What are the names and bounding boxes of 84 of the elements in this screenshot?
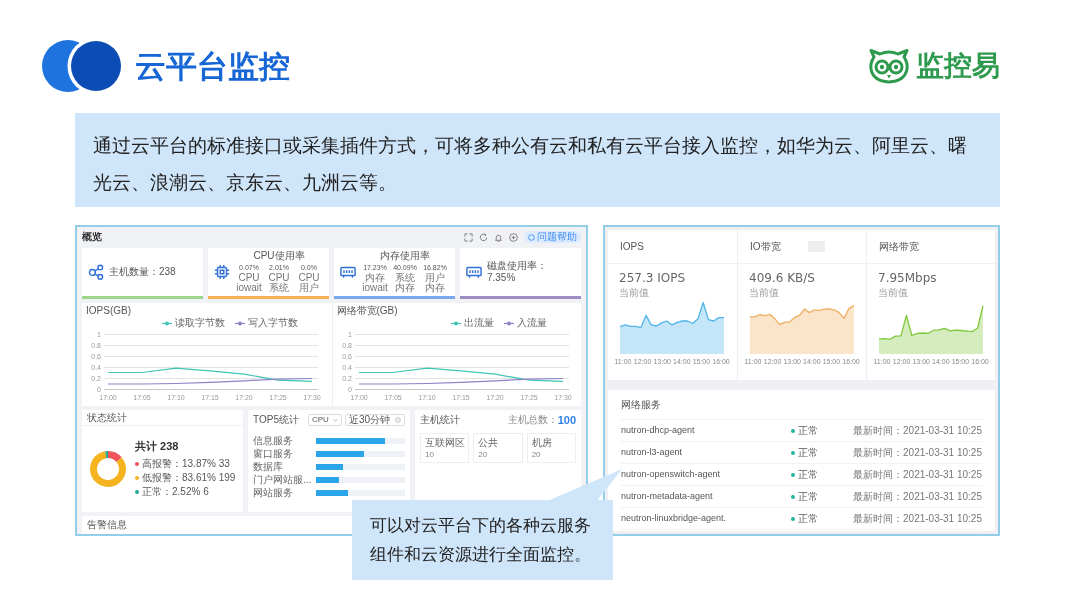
status-text: 正常 <box>798 425 818 436</box>
legend-label: 正常 <box>142 487 162 497</box>
brand-name: 监控易 <box>916 52 1000 80</box>
status-text: 正常 <box>798 469 818 480</box>
stat-label: 内存iowait <box>361 272 389 294</box>
nodes-icon <box>88 264 104 280</box>
stat-label: 用户内存 <box>424 272 446 294</box>
stat-label: CPU用户 <box>297 272 321 294</box>
metric-caption: 当前值 <box>749 288 780 298</box>
zone-count: 20 <box>531 451 542 459</box>
metric-title: IO带宽 <box>750 241 781 252</box>
legend-label: 高报警 <box>142 459 172 469</box>
service-name: nutron-l3-agent <box>621 448 684 457</box>
metric-title: 网络带宽 <box>879 241 919 252</box>
zone-name: 公共 <box>478 438 500 448</box>
metric-select[interactable]: CPU <box>308 414 342 426</box>
chart-title: IOPS(GB) <box>86 306 132 317</box>
page-title: 云平台监控 <box>135 50 290 82</box>
bell-icon[interactable] <box>494 232 503 242</box>
card-title: TOP5统计 <box>253 415 299 425</box>
memory-module-icon <box>340 264 356 280</box>
metric-caption: 当前值 <box>878 288 909 298</box>
metric-caption: 当前值 <box>619 288 650 298</box>
ring-icon <box>528 233 535 241</box>
chip-icon <box>214 264 230 280</box>
chart-title: 网络带宽(GB) <box>336 306 399 317</box>
total-label: 主机总数： <box>507 415 558 425</box>
legend-label: 读取字节数 <box>174 318 225 328</box>
zone-count: 10 <box>425 451 435 459</box>
stat-label: 系统内存 <box>394 272 416 294</box>
card-title: 状态统计 <box>87 412 127 423</box>
overlapping-circles-logo-icon <box>42 39 122 93</box>
metric-value: 7.95Mbps <box>878 272 938 284</box>
description-banner: 通过云平台的标准接口或采集插件方式，可将多种公有云和私有云平台接入监控，如华为云、阿里云、曙光云、浪潮云、京东云、九洲云等。 <box>75 113 1000 207</box>
service-name: nutron-openswitch-agent <box>621 470 722 479</box>
status-text: 正常 <box>798 447 818 458</box>
zone-count: 20 <box>478 451 489 459</box>
memory-module-icon <box>466 264 482 280</box>
plus-circle-icon[interactable] <box>509 232 518 242</box>
legend-value: ：83.61% 199 <box>172 473 236 483</box>
bar-label: 数据库 <box>253 461 284 472</box>
bar-label: 信息服务 <box>253 435 294 446</box>
stat-title: CPU使用率 <box>253 250 305 261</box>
status-text: 正常 <box>798 513 818 524</box>
legend-value: ：2.52% 6 <box>162 487 209 497</box>
legend-value: ：13.87% 33 <box>172 459 230 469</box>
bar-label: 门户网站服... <box>253 474 313 485</box>
service-name: nutron-metadata-agent <box>621 492 714 501</box>
chevron-down-icon <box>333 418 338 422</box>
status-text: 正常 <box>798 491 818 502</box>
update-time: 最新时间：2021-03-31 10:25 <box>853 447 982 458</box>
legend-label: 入流量 <box>517 318 547 328</box>
refresh-icon[interactable] <box>479 232 488 242</box>
total-count: 共计 238 <box>135 441 180 452</box>
stat-label: 磁盘使用率：7.35% <box>486 259 548 285</box>
stat-label: CPU iowait <box>235 272 263 294</box>
card-title: 网络服务 <box>621 399 661 410</box>
section-title: 概览 <box>82 232 102 242</box>
service-name: neutron-linuxbridge-agent. <box>621 514 728 523</box>
zone-name: 互联网区 <box>425 438 465 448</box>
update-time: 最新时间：2021-03-31 10:25 <box>853 491 982 502</box>
total-count: 100 <box>557 414 576 426</box>
card-title: 告警信息 <box>87 520 127 530</box>
bar-label: 网站服务 <box>253 487 294 498</box>
clock-icon <box>395 417 401 423</box>
stat-title: 内存使用率 <box>380 250 430 261</box>
legend-label: 写入字节数 <box>247 318 298 328</box>
metric-value: 257.3 IOPS <box>619 272 686 284</box>
stat-label: 主机数量：238 <box>109 265 176 279</box>
zone-name: 机房 <box>531 438 553 448</box>
metric-value: 409.6 KB/S <box>749 272 816 284</box>
legend-label: 出流量 <box>464 318 494 328</box>
expand-icon[interactable] <box>464 232 473 242</box>
metric-title: IOPS <box>620 241 644 252</box>
bar-label: 窗口服务 <box>253 448 294 459</box>
time-range-select[interactable]: 近30分钟 <box>345 414 405 426</box>
update-time: 最新时间：2021-03-31 10:25 <box>853 425 982 436</box>
card-title: 主机统计 <box>420 415 460 425</box>
legend-label: 低报警 <box>142 473 172 483</box>
stat-label: CPU系统 <box>267 272 291 294</box>
update-time: 最新时间：2021-03-31 10:25 <box>853 469 982 480</box>
update-time: 最新时间：2021-03-31 10:25 <box>853 513 982 524</box>
service-name: nutron-dhcp-agent <box>621 426 696 435</box>
owl-logo-icon <box>868 48 910 84</box>
